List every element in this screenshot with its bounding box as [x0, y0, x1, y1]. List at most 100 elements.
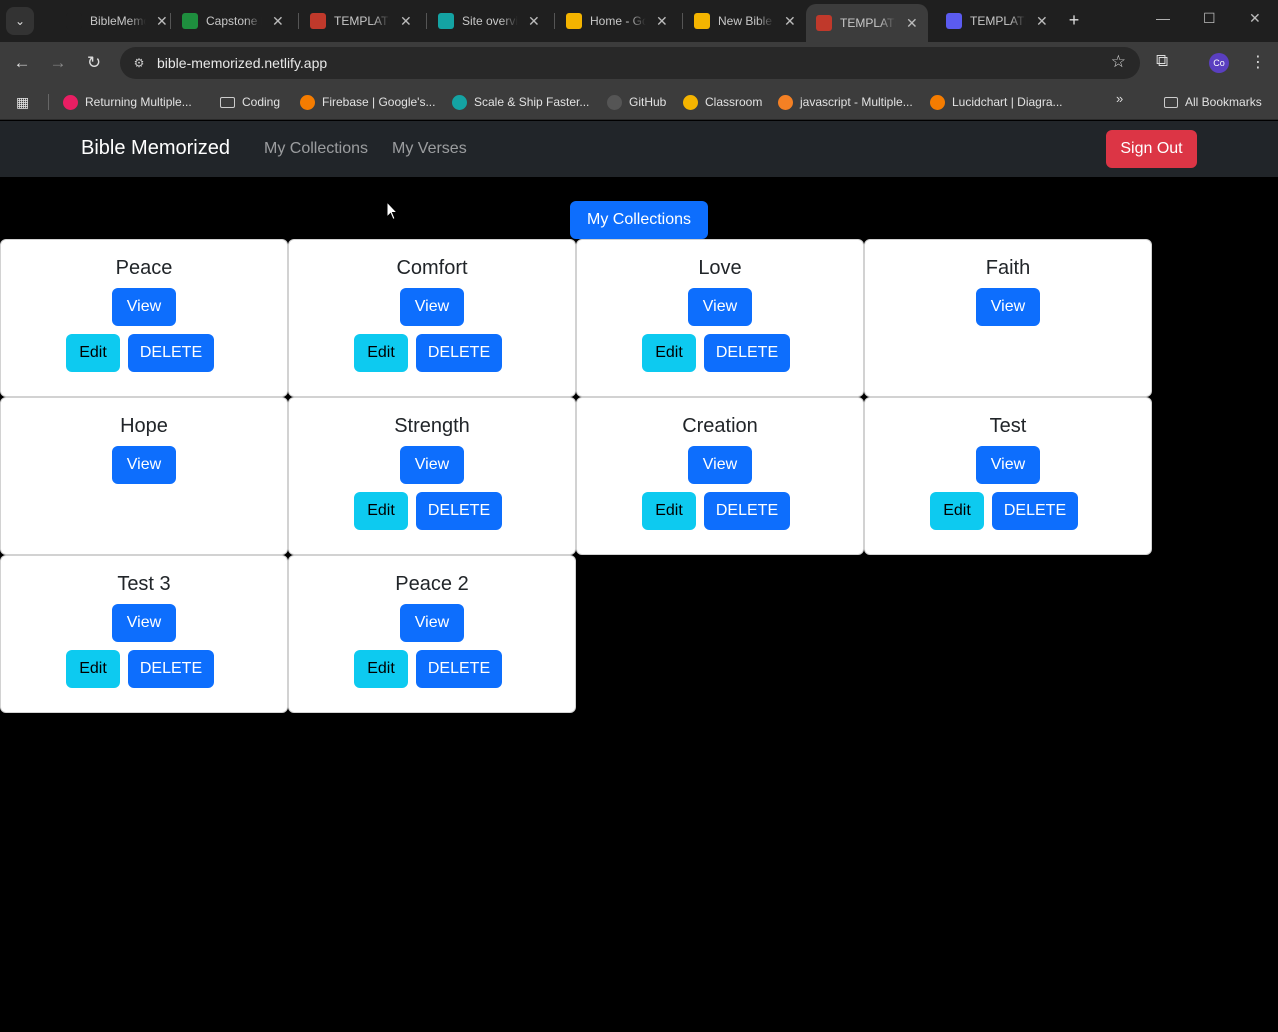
view-collection-button[interactable]: View [688, 288, 752, 326]
bookmark-label: Coding [242, 95, 281, 109]
browser-tab[interactable]: New Bible ✕ [694, 6, 796, 36]
tab-title: New Bible [718, 14, 773, 28]
tab-separator [170, 13, 171, 29]
view-collection-button[interactable]: View [976, 288, 1040, 326]
url-text[interactable]: bible-memorized.netlify.app [157, 55, 327, 71]
brand[interactable]: Bible Memorized [81, 137, 230, 160]
bookmarks-bar: ▦ Returning Multiple... Coding Firebase | … [0, 84, 1278, 120]
edit-collection-button[interactable]: Edit [930, 492, 984, 530]
view-collection-button[interactable]: View [688, 446, 752, 484]
delete-collection-button[interactable]: DELETE [704, 334, 790, 372]
collection-card: Hope View [0, 397, 288, 555]
bookmark-label: GitHub [629, 95, 667, 109]
view-collection-button[interactable]: View [112, 288, 176, 326]
close-tab-icon[interactable]: ✕ [906, 15, 918, 32]
bookmark-item[interactable]: Scale & Ship Faster... [452, 92, 589, 112]
close-tab-icon[interactable]: ✕ [784, 13, 796, 30]
edit-collection-button[interactable]: Edit [66, 650, 120, 688]
close-tab-icon[interactable]: ✕ [400, 13, 412, 30]
bookmark-item[interactable]: Classroom [683, 92, 762, 112]
collection-title: Faith [985, 257, 1031, 279]
apps-icon[interactable]: ▦ [16, 92, 29, 112]
maximize-icon[interactable]: ☐ [1203, 10, 1216, 27]
browser-tab-strip: ⌄ BibleMemorized✕Capstone Project✕TEMPLA… [0, 0, 1278, 42]
more-bookmarks-icon[interactable]: » [1116, 91, 1123, 106]
browser-menu-icon[interactable]: ⋮ [1250, 52, 1266, 72]
edit-collection-button[interactable]: Edit [66, 334, 120, 372]
delete-collection-button[interactable]: DELETE [416, 650, 502, 688]
collection-card: Faith View [864, 239, 1152, 397]
chrome-icon [816, 15, 832, 31]
sheets-icon [182, 13, 198, 29]
view-collection-button[interactable]: View [400, 288, 464, 326]
bookmark-star-icon[interactable]: ☆ [1111, 52, 1126, 72]
browser-tab[interactable]: Site overview ✕ [438, 6, 540, 36]
edit-collection-button[interactable]: Edit [642, 492, 696, 530]
edit-collection-button[interactable]: Edit [642, 334, 696, 372]
tab-title: Capstone Project [206, 14, 262, 28]
collection-card: Creation View Edit DELETE [576, 397, 864, 555]
minimize-icon[interactable]: — [1156, 10, 1170, 26]
collection-card: Test 3 View Edit DELETE [0, 555, 288, 713]
bookmark-item[interactable]: javascript - Multiple... [778, 92, 913, 112]
browser-tab[interactable]: Home - Google Drive ✕ [566, 6, 668, 36]
browser-tab[interactable]: TEMPLATE ✕ [946, 6, 1048, 36]
browser-tab[interactable]: TEMPLATE ✕ [310, 6, 412, 36]
reload-icon[interactable]: ↻ [82, 51, 106, 75]
edit-collection-button[interactable]: Edit [354, 334, 408, 372]
close-tab-icon[interactable]: ✕ [1036, 13, 1048, 30]
close-tab-icon[interactable]: ✕ [272, 13, 284, 30]
delete-collection-button[interactable]: DELETE [416, 492, 502, 530]
delete-collection-button[interactable]: DELETE [416, 334, 502, 372]
bookmark-label: Firebase | Google's... [322, 95, 436, 109]
github-icon [607, 94, 622, 110]
tab-title: Site overview [462, 14, 518, 28]
mouse-cursor-icon [386, 201, 398, 221]
bookmark-item[interactable]: Returning Multiple... [63, 92, 192, 112]
view-collection-button[interactable]: View [112, 446, 176, 484]
collection-title: Love [698, 257, 742, 279]
slides-icon [694, 13, 710, 29]
new-tab-icon[interactable]: + [1063, 9, 1085, 31]
extensions-icon[interactable]: ⧉ [1156, 51, 1168, 71]
close-window-icon[interactable]: ✕ [1249, 10, 1261, 27]
bookmark-label: Scale & Ship Faster... [474, 95, 590, 109]
browser-tab[interactable]: BibleMemorized ✕ [66, 6, 168, 36]
view-collection-button[interactable]: View [400, 604, 464, 642]
lucidchart-icon [930, 94, 945, 110]
view-collection-button[interactable]: View [976, 446, 1040, 484]
close-tab-icon[interactable]: ✕ [156, 13, 168, 30]
all-bookmarks[interactable]: All Bookmarks [1164, 92, 1262, 112]
delete-collection-button[interactable]: DELETE [704, 492, 790, 530]
close-tab-icon[interactable]: ✕ [656, 13, 668, 30]
nav-my-collections[interactable]: My Collections [264, 140, 368, 158]
collection-title: Peace [115, 257, 173, 279]
site-info-icon[interactable]: ⚙ [130, 54, 148, 72]
collection-card: Peace 2 View Edit DELETE [288, 555, 576, 713]
collection-card: Comfort View Edit DELETE [288, 239, 576, 397]
netlify-icon [452, 94, 467, 110]
folder-icon [220, 96, 235, 108]
delete-collection-button[interactable]: DELETE [128, 650, 214, 688]
delete-collection-button[interactable]: DELETE [128, 334, 214, 372]
nav-my-verses[interactable]: My Verses [392, 140, 467, 158]
bookmark-item[interactable]: Lucidchart | Diagra... [930, 92, 1063, 112]
address-bar[interactable]: ⚙ bible-memorized.netlify.app ☆ [120, 47, 1140, 79]
close-tab-icon[interactable]: ✕ [528, 13, 540, 30]
forward-icon[interactable]: → [46, 51, 70, 75]
edit-collection-button[interactable]: Edit [354, 650, 408, 688]
edit-collection-button[interactable]: Edit [354, 492, 408, 530]
bookmark-item[interactable]: GitHub [607, 92, 666, 112]
sign-out-button[interactable]: Sign Out [1106, 130, 1197, 168]
bookmark-item[interactable]: Firebase | Google's... [300, 92, 435, 112]
profile-avatar[interactable]: Co [1209, 53, 1229, 73]
browser-tab[interactable]: TEMPLATE ✕ [806, 4, 928, 42]
view-collection-button[interactable]: View [112, 604, 176, 642]
tab-search-icon[interactable]: ⌄ [6, 7, 34, 35]
back-icon[interactable]: ← [10, 51, 34, 75]
my-collections-button[interactable]: My Collections [570, 201, 708, 239]
bookmark-item[interactable]: Coding [220, 92, 280, 112]
view-collection-button[interactable]: View [400, 446, 464, 484]
browser-tab[interactable]: Capstone Project ✕ [182, 6, 284, 36]
delete-collection-button[interactable]: DELETE [992, 492, 1078, 530]
